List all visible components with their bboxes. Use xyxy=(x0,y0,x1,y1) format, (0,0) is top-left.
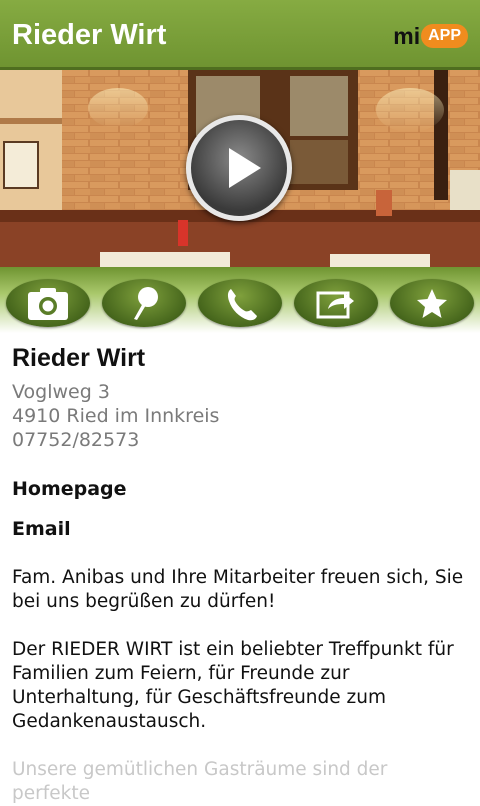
logo-app-text: APP xyxy=(421,24,468,48)
phone-icon xyxy=(227,289,257,321)
business-name: Rieder Wirt xyxy=(12,344,146,372)
favorite-button[interactable] xyxy=(390,279,474,327)
photos-button[interactable] xyxy=(6,279,90,327)
description-paragraph-1: Fam. Anibas und Ihre Mitarbeiter freuen … xyxy=(12,567,464,612)
address-block: Voglweg 3 4910 Ried im Innkreis 07752/82… xyxy=(12,380,468,452)
star-icon xyxy=(417,289,447,318)
play-icon xyxy=(229,148,261,188)
app-bar: Rieder Wirt mi APP xyxy=(0,0,480,70)
call-button[interactable] xyxy=(198,279,282,327)
phone-number[interactable]: 07752/82573 xyxy=(12,428,468,452)
action-bar xyxy=(0,267,480,333)
app-title: Rieder Wirt xyxy=(12,19,167,51)
camera-icon xyxy=(28,288,68,320)
map-pin-icon xyxy=(134,287,158,320)
address-street: Voglweg 3 xyxy=(12,381,110,403)
map-button[interactable] xyxy=(102,279,186,327)
miapp-logo: mi APP xyxy=(393,23,468,49)
description-paragraph-2: Der RIEDER WIRT ist ein beliebter Treffp… xyxy=(12,639,454,732)
play-button[interactable] xyxy=(186,115,292,221)
business-details: Rieder Wirt Voglweg 3 4910 Ried im Innkr… xyxy=(12,343,468,806)
share-button[interactable] xyxy=(294,279,378,327)
description-paragraph-3: Unsere gemütlichen Gasträume sind der pe… xyxy=(12,759,388,804)
address-city: 4910 Ried im Innkreis xyxy=(12,405,220,427)
email-link[interactable]: Email xyxy=(12,517,468,541)
logo-mi-text: mi xyxy=(393,22,421,49)
share-icon xyxy=(316,291,354,319)
hero-video[interactable] xyxy=(0,70,480,267)
homepage-link[interactable]: Homepage xyxy=(12,477,468,501)
